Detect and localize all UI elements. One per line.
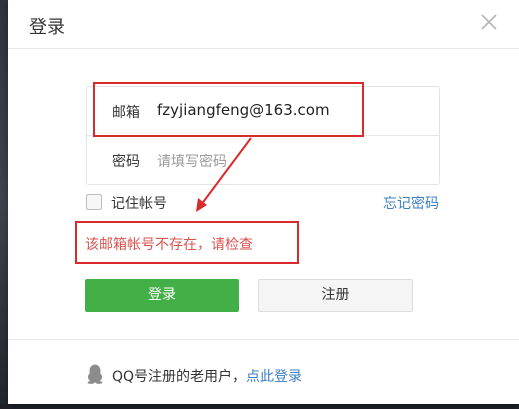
background-window-bottom: [0, 404, 519, 409]
annotation-email-highlight: [93, 82, 364, 137]
remember-label[interactable]: 记住帐号: [111, 193, 167, 213]
password-field[interactable]: 密码 请填写密码: [87, 136, 439, 184]
dialog-header: 登录: [8, 0, 519, 49]
remember-checkbox[interactable]: [86, 194, 102, 210]
qq-penguin-icon: [86, 364, 104, 384]
footer-divider: [8, 339, 519, 340]
footer-text: QQ号注册的老用户，点此登录: [112, 366, 302, 386]
close-icon[interactable]: [479, 12, 499, 32]
footer-label: QQ号注册的老用户，: [112, 369, 247, 385]
register-button[interactable]: 注册: [258, 279, 413, 312]
login-button[interactable]: 登录: [85, 279, 239, 312]
login-dialog: 登录 邮箱 fzyjiangfeng@163.com 密码 请填写密码 记住帐号…: [8, 0, 519, 404]
annotation-arrow: [196, 137, 252, 212]
password-label: 密码: [112, 154, 140, 170]
forgot-password-link[interactable]: 忘记密码: [383, 193, 439, 213]
annotation-error-highlight: [75, 221, 299, 264]
qq-login-link[interactable]: 点此登录: [246, 369, 302, 385]
dialog-title: 登录: [29, 17, 65, 38]
